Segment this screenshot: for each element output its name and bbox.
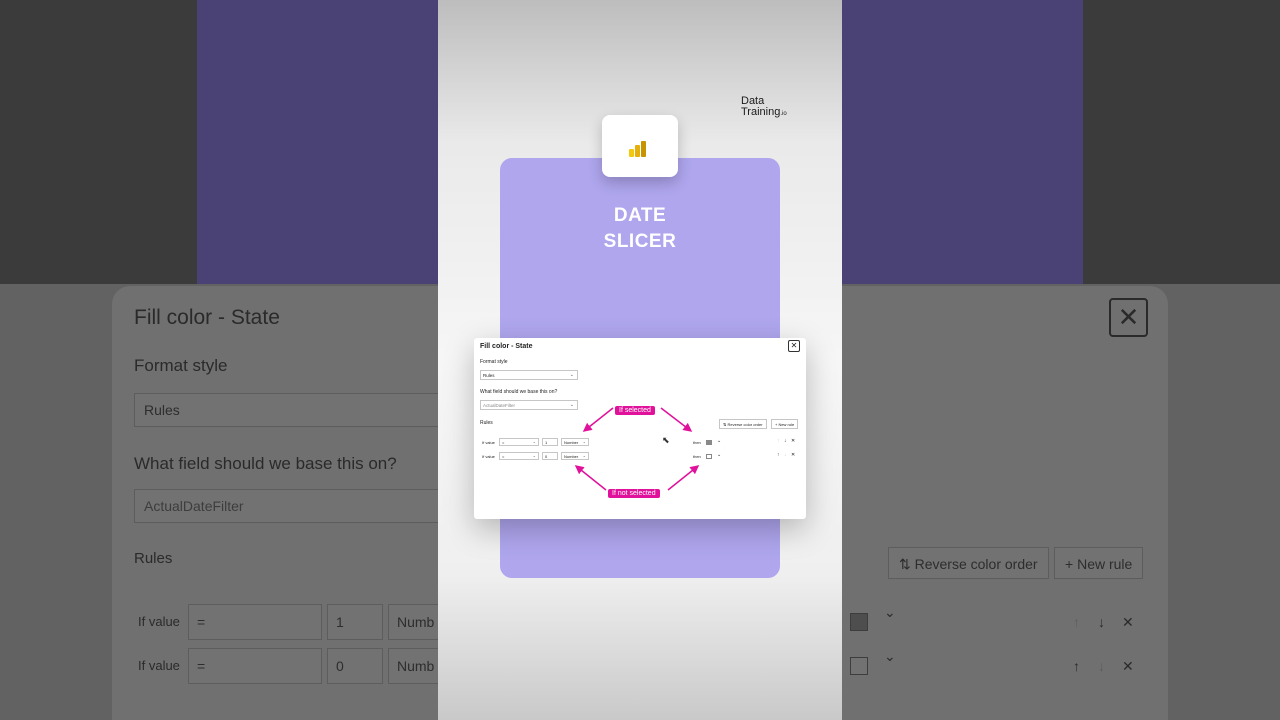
bg-color-swatch [850,613,868,631]
bg-arrow-up-icon: ↑ [1073,658,1080,674]
operator-select[interactable]: = ⌄ [499,452,539,460]
color-swatch[interactable] [706,454,712,459]
if-not-selected-annotation: If not selected [608,489,660,498]
video-frame: Data Training.io DATE SLICER Fill color … [438,0,842,720]
dialog-title: Fill color - State [480,343,533,350]
bg-format-style-select: Rules [134,393,444,427]
bg-operator-select: = [188,648,322,684]
bg-color-swatch [850,657,868,675]
bg-row-label: If value [138,614,180,629]
field-select[interactable]: ActualDateFilter ⌄ [480,400,578,410]
new-rule-button[interactable]: + New rule [771,419,799,429]
then-label: then [693,440,701,445]
bg-type-select: Numb [388,604,438,640]
bg-field-label: What field should we base this on? [134,454,397,473]
then-label: then [693,454,701,459]
rule-row-label: If value [482,454,495,459]
bg-row-label: If value [138,658,180,673]
arrow-down-icon[interactable]: ↓ [784,438,787,444]
format-style-label: Format style [480,359,508,365]
brand-logo: Data Training.io [741,95,787,118]
bg-dialog-title: Fill color - State [134,306,280,329]
bg-value-input: 0 [327,648,383,684]
type-select[interactable]: Number ⌄ [561,438,589,446]
bg-reverse-button: ⇅ Reverse color order [888,547,1049,579]
mouse-cursor-icon: ⬉ [662,435,670,445]
background-left [0,0,197,284]
power-bi-icon [602,115,678,177]
bg-operator-select: = [188,604,322,640]
background-right [1083,0,1280,284]
bg-delete-icon: ✕ [1122,614,1134,630]
chevron-down-icon: ⌄ [569,372,574,378]
arrow-up-icon[interactable]: ↑ [777,452,780,458]
field-label: What field should we base this on? [480,389,558,395]
bg-new-rule-button: + New rule [1054,547,1144,579]
bg-rules-label: Rules [134,550,173,567]
delete-icon[interactable]: ✕ [791,452,795,458]
bg-format-style-label: Format style [134,356,228,375]
if-selected-annotation: If selected [615,406,655,415]
bg-arrow-down-icon: ↓ [1098,614,1105,630]
arrow-up-icon[interactable]: ↑ [777,438,780,444]
bg-arrow-down-icon: ↓ [1098,658,1105,674]
color-swatch[interactable] [706,440,712,445]
bg-close-icon: ✕ [1109,298,1148,337]
bg-field-select: ActualDateFilter [134,489,444,523]
card-title: DATE SLICER [603,205,677,252]
chevron-down-icon: ⌄ [532,439,536,444]
chevron-down-icon[interactable]: ⌄ [717,452,721,458]
close-icon[interactable]: ✕ [788,340,800,352]
value-input[interactable]: 0 [542,452,558,460]
screen: Fill color - State ✕ Format style Rules … [0,0,1280,720]
delete-icon[interactable]: ✕ [791,438,795,444]
operator-select[interactable]: = ⌄ [499,438,539,446]
rule-row-label: If value [482,440,495,445]
reverse-color-order-button[interactable]: ⇅ Reverse color order [719,419,767,429]
bg-delete-icon: ✕ [1122,658,1134,674]
format-style-select[interactable]: Rules ⌄ [480,370,578,380]
bg-chevron-down-icon: ⌄ [884,648,896,664]
value-input[interactable]: 1 [542,438,558,446]
type-select[interactable]: Number ⌄ [561,452,589,460]
arrow-down-icon[interactable]: ↓ [784,452,787,458]
chevron-down-icon: ⌄ [532,453,536,458]
chevron-down-icon: ⌄ [582,439,586,444]
bg-chevron-down-icon: ⌄ [884,604,896,620]
bg-type-select: Numb [388,648,438,684]
bg-value-input: 1 [327,604,383,640]
chevron-down-icon: ⌄ [569,402,574,408]
bg-arrow-up-icon: ↑ [1073,614,1080,630]
rules-label: Rules [480,420,493,426]
chevron-down-icon[interactable]: ⌄ [717,438,721,444]
chevron-down-icon: ⌄ [582,453,586,458]
